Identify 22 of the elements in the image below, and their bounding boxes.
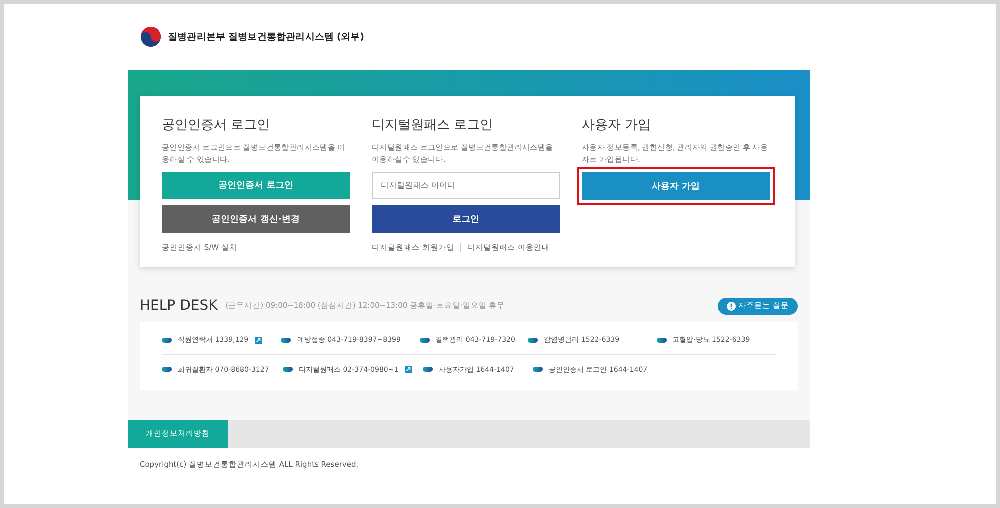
panel-title: 사용자 가입 xyxy=(582,117,652,134)
panel-button[interactable]: 사용자 가입 xyxy=(582,172,770,200)
logo-icon xyxy=(140,26,162,48)
external-link-icon[interactable] xyxy=(254,336,262,344)
external-link-icon[interactable] xyxy=(404,366,412,373)
faq-icon xyxy=(726,302,736,310)
bullet-icon xyxy=(656,338,667,342)
panel-button[interactable]: 공인인증서 갱신·변경 xyxy=(162,205,350,234)
bullet-icon xyxy=(423,367,433,372)
bullet-icon xyxy=(162,338,172,342)
site-title: 질병관리본부 질병보건통합관리시스템 (외부) xyxy=(168,30,364,44)
panel-button[interactable]: 로그인 xyxy=(372,205,560,234)
bullet-icon xyxy=(162,367,172,372)
panel-title: 디지털원패스 로그인 xyxy=(372,117,494,134)
bullet-icon xyxy=(528,338,538,342)
bullet-icon xyxy=(420,338,430,342)
helpdesk-title: HELP DESK xyxy=(140,298,218,314)
bullet-icon xyxy=(281,338,292,342)
id-field[interactable]: 디지털원패스 아이디 xyxy=(372,172,560,200)
panel-title: 공인인증서 로그인 xyxy=(162,117,272,134)
bullet-icon xyxy=(533,367,543,372)
bullet-icon xyxy=(283,367,293,372)
